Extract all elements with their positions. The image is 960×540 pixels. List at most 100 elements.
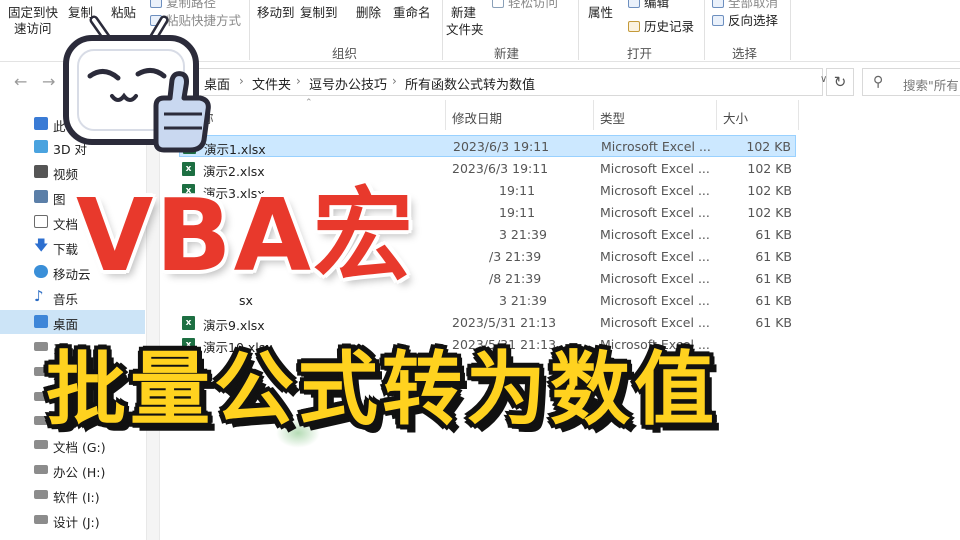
file-date: /8 21:39: [489, 271, 542, 286]
file-size: 102 KB: [747, 183, 792, 198]
sidebar-item-label: 办公 (H:): [53, 465, 106, 480]
music-note-icon: ♪: [34, 287, 44, 305]
ribbon-group-open: 打开: [627, 46, 653, 61]
file-row[interactable]: x 演示1.xlsx 2023/6/3 19:11 Microsoft Exce…: [179, 135, 796, 157]
column-header-type[interactable]: 类型: [600, 108, 625, 127]
ribbon-divider: [442, 0, 443, 60]
copy-to-button[interactable]: 复制到: [300, 2, 338, 21]
easy-access-icon: [492, 0, 504, 8]
ribbon-divider: [790, 0, 791, 60]
file-row[interactable]: x 演示9.xlsx 2023/5/31 21:13 Microsoft Exc…: [179, 312, 796, 334]
back-arrow-icon[interactable]: ←: [14, 72, 27, 91]
sidebar-item-label: 下载: [53, 242, 79, 257]
file-date: 3 21:39: [499, 227, 547, 242]
file-name: 演示9.xlsx: [203, 318, 265, 333]
breadcrumb-folder[interactable]: 文件夹: [252, 74, 291, 93]
search-input[interactable]: ⚲ 搜索"所有: [862, 68, 960, 96]
copy-path-label: 复制路径: [166, 0, 217, 10]
navigation-pane: 此电 3D 对 视频 图 文档 🡇 下载 移动云 ♪ 音乐 桌面 系 游: [0, 100, 145, 540]
ribbon-divider: [249, 0, 250, 60]
refresh-icon[interactable]: ↻: [826, 68, 854, 96]
breadcrumb-separator-icon: ›: [296, 74, 301, 88]
file-type: Microsoft Excel ...: [601, 139, 711, 154]
select-none-label: 全部取消: [728, 0, 779, 10]
invert-selection-label: 反向选择: [728, 13, 779, 28]
history-icon: [628, 21, 640, 32]
sort-ascending-icon: ⌃: [305, 98, 313, 108]
rename-button[interactable]: 重命名: [393, 2, 431, 21]
sidebar-item-label: 桌面: [53, 317, 79, 332]
file-size: 61 KB: [755, 293, 792, 308]
address-path-box[interactable]: 桌面 › 文件夹 › 逗号办公技巧 › 所有函数公式转为数值: [165, 68, 823, 96]
sidebar-item-label: 软件 (I:): [53, 490, 100, 505]
ribbon-divider: [704, 0, 705, 60]
breadcrumb-separator-icon: ›: [239, 74, 244, 88]
pane-splitter[interactable]: [146, 100, 160, 540]
forward-arrow-icon[interactable]: →: [42, 72, 55, 91]
file-date: /3 21:39: [489, 249, 542, 264]
ribbon-group-select: 选择: [732, 46, 758, 61]
sidebar-item-drive-j[interactable]: 设计 (J:): [0, 508, 145, 532]
history-button[interactable]: 历史记录: [628, 16, 694, 35]
file-size: 61 KB: [755, 249, 792, 264]
download-arrow-icon: 🡇: [34, 238, 49, 254]
cube-icon: [34, 140, 48, 153]
new-folder-label2: 文件夹: [446, 22, 484, 37]
file-size: 102 KB: [746, 139, 791, 154]
file-size: 61 KB: [755, 227, 792, 242]
ribbon-group-organize: 组织: [332, 46, 358, 61]
column-divider[interactable]: [445, 100, 446, 130]
sidebar-item-drive-i[interactable]: 软件 (I:): [0, 483, 145, 507]
file-date: 19:11: [499, 205, 536, 220]
invert-selection-button[interactable]: 反向选择: [712, 10, 778, 29]
drive-icon: [34, 515, 48, 524]
sidebar-item-desktop[interactable]: 桌面: [0, 310, 145, 334]
move-to-button[interactable]: 移动到: [257, 2, 295, 21]
properties-button[interactable]: 属性: [588, 2, 613, 21]
file-size: 102 KB: [747, 205, 792, 220]
edit-label: 编辑: [644, 0, 670, 10]
file-date: 3 21:39: [499, 293, 547, 308]
delete-button[interactable]: 删除: [356, 2, 381, 21]
file-list: ⌃ 称 修改日期 类型 大小 x 演示1.xlsx 2023/6/3 19:11…: [161, 98, 960, 540]
file-type: Microsoft Excel ...: [600, 205, 710, 220]
column-divider[interactable]: [798, 100, 799, 130]
column-header-size[interactable]: 大小: [723, 108, 748, 127]
drive-icon: [34, 440, 48, 449]
ribbon-group-new: 新建: [494, 46, 520, 61]
file-type: Microsoft Excel ...: [600, 293, 710, 308]
drive-icon: [34, 465, 48, 474]
easy-access-button[interactable]: 轻松访问: [492, 0, 558, 11]
file-date: 2023/6/3 19:11: [452, 161, 549, 176]
file-type: Microsoft Excel ...: [600, 183, 710, 198]
file-type: Microsoft Excel ...: [600, 315, 710, 330]
easy-access-label: 轻松访问: [508, 0, 559, 10]
breadcrumb-separator-icon: ›: [392, 74, 397, 88]
column-divider[interactable]: [593, 100, 594, 130]
sidebar-item-label: 设计 (J:): [53, 515, 100, 530]
column-divider[interactable]: [716, 100, 717, 130]
excel-file-icon: x: [182, 162, 195, 176]
sidebar-item-label: 文档: [53, 217, 79, 232]
sidebar-item-label: 音乐: [53, 292, 79, 307]
file-date: 19:11: [499, 183, 536, 198]
edit-icon: [628, 0, 640, 8]
file-size: 61 KB: [755, 271, 792, 286]
picture-icon: [34, 190, 48, 203]
file-type: Microsoft Excel ...: [600, 271, 710, 286]
file-date: 2023/6/3 19:11: [453, 139, 550, 154]
ribbon-divider: [578, 0, 579, 60]
pin-quick-access-label2: 速访问: [14, 21, 52, 36]
file-size: 102 KB: [747, 161, 792, 176]
breadcrumb-current[interactable]: 所有函数公式转为数值: [405, 74, 535, 93]
invert-selection-icon: [712, 15, 724, 26]
document-icon: [34, 215, 48, 228]
edit-button[interactable]: 编辑: [628, 0, 669, 11]
file-date: 2023/5/31 21:13: [452, 315, 557, 330]
column-header-date[interactable]: 修改日期: [452, 108, 502, 127]
breadcrumb-tips[interactable]: 逗号办公技巧: [309, 74, 387, 93]
file-type: Microsoft Excel ...: [600, 161, 710, 176]
file-type: Microsoft Excel ...: [600, 249, 710, 264]
copy-path-icon: [150, 0, 162, 8]
sidebar-item-drive-h[interactable]: 办公 (H:): [0, 458, 145, 482]
